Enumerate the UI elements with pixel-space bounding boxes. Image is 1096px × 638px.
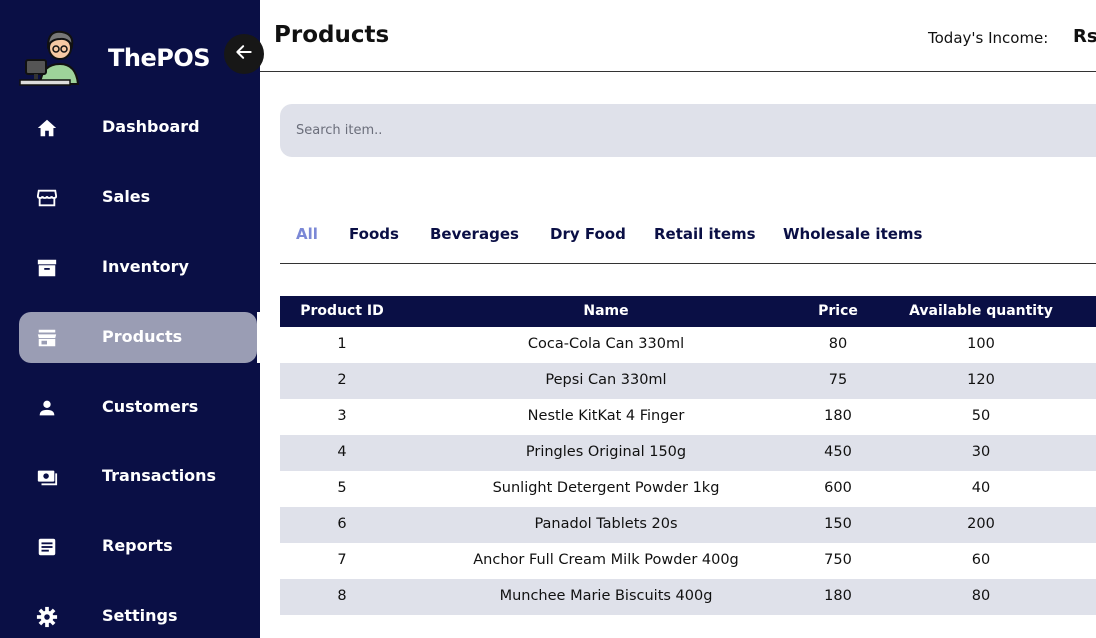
sidebar-item-label: Reports: [102, 536, 173, 555]
sidebar-item-label: Customers: [102, 397, 199, 416]
collapse-sidebar-button[interactable]: [224, 34, 264, 74]
store-icon: [35, 186, 59, 210]
cell-price: 80: [828, 336, 848, 352]
cell-product-id: 8: [337, 588, 347, 604]
table-row[interactable]: 6 Panadol Tablets 20s 150 200: [280, 507, 1096, 543]
table-row[interactable]: 7 Anchor Full Cream Milk Powder 400g 750…: [280, 543, 1096, 579]
sidebar-item-label: Dashboard: [102, 117, 200, 136]
person-icon: [35, 396, 59, 420]
document-icon: [35, 535, 59, 559]
cell-quantity: 200: [967, 516, 995, 532]
archive-icon: [35, 256, 59, 280]
tabs-divider: [280, 263, 1096, 264]
cell-product-id: 2: [337, 372, 347, 388]
table-row[interactable]: 4 Pringles Original 150g 450 30: [280, 435, 1096, 471]
cell-quantity: 30: [971, 444, 991, 460]
table-row[interactable]: 1 Coca-Cola Can 330ml 80 100: [280, 327, 1096, 363]
income-label: Today's Income:: [928, 29, 1049, 47]
sidebar-item-products[interactable]: Products: [19, 312, 257, 363]
table-row[interactable]: 5 Sunlight Detergent Powder 1kg 600 40: [280, 471, 1096, 507]
sidebar-item-label: Transactions: [102, 466, 217, 485]
sidebar-item-label: Settings: [102, 606, 178, 625]
cell-name: Anchor Full Cream Milk Powder 400g: [473, 552, 739, 568]
sidebar-item-reports[interactable]: Reports: [19, 521, 257, 572]
arrow-left-icon: [234, 42, 254, 66]
cell-name: Panadol Tablets 20s: [534, 516, 678, 532]
home-icon: [35, 116, 59, 140]
cell-product-id: 5: [337, 480, 347, 496]
cell-product-id: 4: [337, 444, 347, 460]
sidebar-item-transactions[interactable]: Transactions: [19, 451, 257, 502]
table-row[interactable]: 8 Munchee Marie Biscuits 400g 180 80: [280, 579, 1096, 615]
table-body: 1 Coca-Cola Can 330ml 80 100 2 Pepsi Can…: [280, 327, 1096, 615]
sidebar-item-label: Sales: [102, 187, 151, 206]
sidebar-item-sales[interactable]: Sales: [19, 172, 257, 223]
table-row[interactable]: 2 Pepsi Can 330ml 75 120: [280, 363, 1096, 399]
cell-price: 180: [824, 588, 852, 604]
sidebar-item-customers[interactable]: Customers: [19, 382, 257, 433]
cell-quantity: 50: [971, 408, 991, 424]
cell-price: 180: [824, 408, 852, 424]
table-header: Product ID Name Price Available quantity: [280, 296, 1096, 327]
sidebar-item-inventory[interactable]: Inventory: [19, 242, 257, 293]
cell-quantity: 120: [967, 372, 995, 388]
active-nav-marker: [257, 312, 260, 363]
app-root: ThePOS Dashboard Sales Inventory Product…: [0, 0, 1096, 638]
cell-quantity: 100: [967, 336, 995, 352]
cell-quantity: 40: [971, 480, 991, 496]
page-title: Products: [274, 22, 390, 48]
cell-price: 750: [824, 552, 852, 568]
column-header-product-id[interactable]: Product ID: [280, 303, 404, 319]
cell-product-id: 3: [337, 408, 347, 424]
cell-price: 450: [824, 444, 852, 460]
table-row[interactable]: 3 Nestle KitKat 4 Finger 180 50: [280, 399, 1096, 435]
sidebar-item-dashboard[interactable]: Dashboard: [19, 102, 257, 153]
tab-foods[interactable]: Foods: [349, 225, 399, 243]
tab-beverages[interactable]: Beverages: [430, 225, 519, 243]
cell-price: 150: [824, 516, 852, 532]
cell-name: Pringles Original 150g: [525, 444, 687, 460]
cell-name: Nestle KitKat 4 Finger: [527, 408, 685, 424]
income-value: Rs: [1073, 26, 1096, 47]
sidebar: ThePOS Dashboard Sales Inventory Product…: [0, 0, 260, 638]
tab-retail-items[interactable]: Retail items: [654, 225, 756, 243]
cell-quantity: 60: [971, 552, 991, 568]
cell-price: 75: [828, 372, 848, 388]
cell-name: Pepsi Can 330ml: [545, 372, 667, 388]
products-table: Product ID Name Price Available quantity…: [280, 296, 1096, 615]
tab-all[interactable]: All: [296, 225, 318, 243]
sidebar-item-label: Products: [102, 327, 183, 346]
shop-icon: [35, 326, 59, 350]
cell-quantity: 80: [971, 588, 991, 604]
header-divider: [260, 71, 1096, 72]
search-input[interactable]: [280, 104, 1096, 157]
cell-name: Sunlight Detergent Powder 1kg: [492, 480, 720, 496]
cashier-logo-icon: [18, 24, 80, 86]
column-header-available-quantity[interactable]: Available quantity: [896, 303, 1066, 319]
tab-wholesale-items[interactable]: Wholesale items: [783, 225, 922, 243]
column-header-name[interactable]: Name: [404, 303, 808, 319]
cell-name: Munchee Marie Biscuits 400g: [499, 588, 713, 604]
cell-product-id: 1: [337, 336, 347, 352]
column-header-price[interactable]: Price: [780, 303, 896, 319]
sidebar-item-label: Inventory: [102, 257, 189, 276]
cell-product-id: 6: [337, 516, 347, 532]
cell-name: Coca-Cola Can 330ml: [527, 336, 685, 352]
gear-icon: [35, 605, 59, 629]
cell-product-id: 7: [337, 552, 347, 568]
tab-dry-food[interactable]: Dry Food: [550, 225, 626, 243]
brand-name: ThePOS: [108, 44, 211, 72]
cell-price: 600: [824, 480, 852, 496]
cash-icon: [35, 465, 59, 489]
sidebar-item-settings[interactable]: Settings: [19, 591, 257, 638]
